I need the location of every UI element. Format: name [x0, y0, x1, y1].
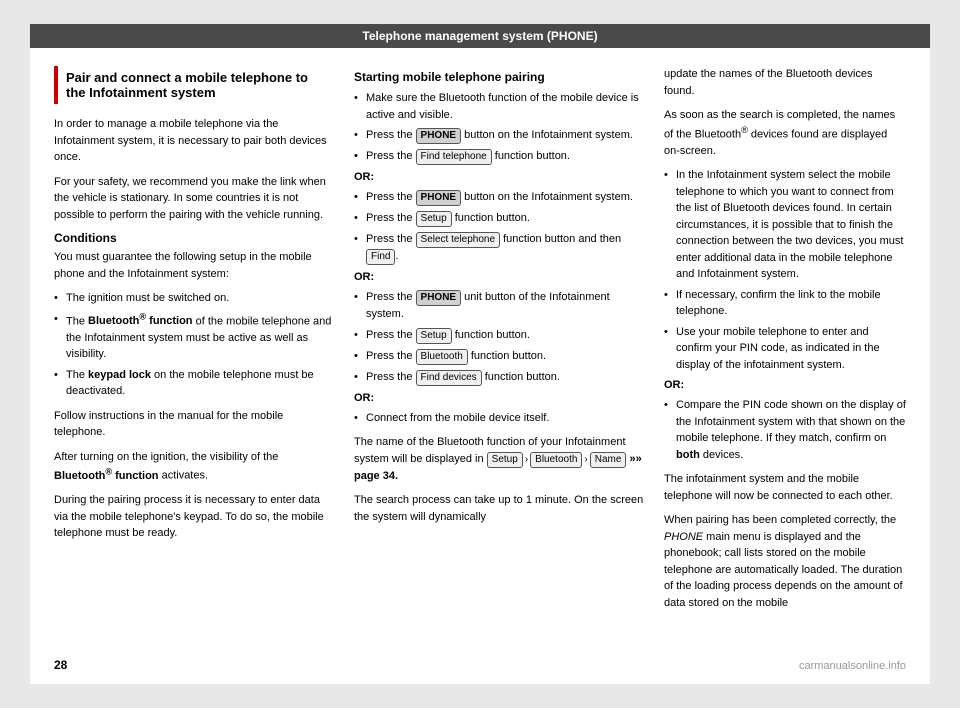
list-item: Compare the PIN code shown on the displa… — [664, 397, 906, 463]
list-item: In the Infotainment system select the mo… — [664, 167, 906, 283]
pairing-complete-text: When pairing has been completed correctl… — [664, 512, 906, 611]
find-devices-button: Find devices — [416, 370, 482, 386]
find-telephone-button: Find telephone — [416, 149, 492, 165]
list-item: The keypad lock on the mobile telephone … — [54, 367, 334, 400]
phone-button-2: PHONE — [416, 190, 462, 206]
list-item: Press the Setup function button. — [354, 327, 644, 344]
watermark: carmanualsonline.info — [799, 660, 906, 672]
or-label-4: OR: — [664, 379, 906, 391]
list-item: The ignition must be switched on. — [54, 290, 334, 307]
bluetooth-button: Bluetooth — [416, 349, 468, 365]
conditions-title: Conditions — [54, 231, 334, 245]
conditions-intro: You must guarantee the following setup i… — [54, 249, 334, 282]
or-label-2: OR: — [354, 271, 644, 283]
page-number: 28 — [54, 658, 67, 672]
list-item: Use your mobile telephone to enter and c… — [664, 324, 906, 374]
section-title-box: Pair and connect a mobile telephone to t… — [54, 66, 334, 104]
para-intro: In order to manage a mobile telephone vi… — [54, 116, 334, 166]
setup-button-1: Setup — [416, 211, 452, 227]
nav-path: Setup ›Bluetooth ›Name — [487, 452, 627, 468]
middle-section-title: Starting mobile telephone pairing — [354, 70, 644, 84]
list-item: If necessary, confirm the link to the mo… — [664, 287, 906, 320]
search-text: The search process can take up to 1 minu… — [354, 492, 644, 525]
middle-column: Starting mobile telephone pairing Make s… — [354, 66, 644, 619]
para-safety: For your safety, we recommend you make t… — [54, 174, 334, 224]
content-area: Pair and connect a mobile telephone to t… — [30, 48, 930, 637]
setup-nav: Setup — [487, 452, 523, 468]
list-item: Connect from the mobile device itself. — [354, 410, 644, 427]
header-title: Telephone management system (PHONE) — [362, 29, 597, 43]
section-title: Pair and connect a mobile telephone to t… — [66, 70, 326, 100]
name-nav: Name — [590, 452, 627, 468]
list-item: Press the Setup function button. — [354, 210, 644, 227]
list-item: Make sure the Bluetooth function of the … — [354, 90, 644, 123]
list-item: Press the PHONE button on the Infotainme… — [354, 189, 644, 206]
header-bar: Telephone management system (PHONE) — [30, 24, 930, 48]
search-complete-text: As soon as the search is completed, the … — [664, 107, 906, 159]
find-button: Find — [366, 249, 395, 265]
phone-button-1: PHONE — [416, 128, 462, 144]
list-item: Press the PHONE unit button of the Infot… — [354, 289, 644, 323]
list-item: The Bluetooth® function of the mobile te… — [54, 311, 334, 363]
bluetooth-nav: Bluetooth — [530, 452, 582, 468]
list-item: Press the PHONE button on the Infotainme… — [354, 127, 644, 144]
left-column: Pair and connect a mobile telephone to t… — [54, 66, 334, 619]
list-item: Press the Select telephone function butt… — [354, 231, 644, 265]
or-label-1: OR: — [354, 171, 644, 183]
connected-text: The infotainment system and the mobile t… — [664, 471, 906, 504]
name-text: The name of the Bluetooth function of yo… — [354, 434, 644, 484]
list-item: Press the Bluetooth function button. — [354, 348, 644, 365]
update-text: update the names of the Bluetooth device… — [664, 66, 906, 99]
phone-button-3: PHONE — [416, 290, 462, 306]
list-item: Press the Find devices function button. — [354, 369, 644, 386]
or-label-3: OR: — [354, 392, 644, 404]
setup-button-2: Setup — [416, 328, 452, 344]
after-ignition-text: After turning on the ignition, the visib… — [54, 449, 334, 485]
right-column: update the names of the Bluetooth device… — [664, 66, 906, 619]
follow-text: Follow instructions in the manual for th… — [54, 408, 334, 441]
page: Telephone management system (PHONE) Pair… — [30, 24, 930, 684]
list-item: Press the Find telephone function button… — [354, 148, 644, 165]
during-pairing-text: During the pairing process it is necessa… — [54, 492, 334, 542]
select-telephone-button: Select telephone — [416, 232, 501, 248]
